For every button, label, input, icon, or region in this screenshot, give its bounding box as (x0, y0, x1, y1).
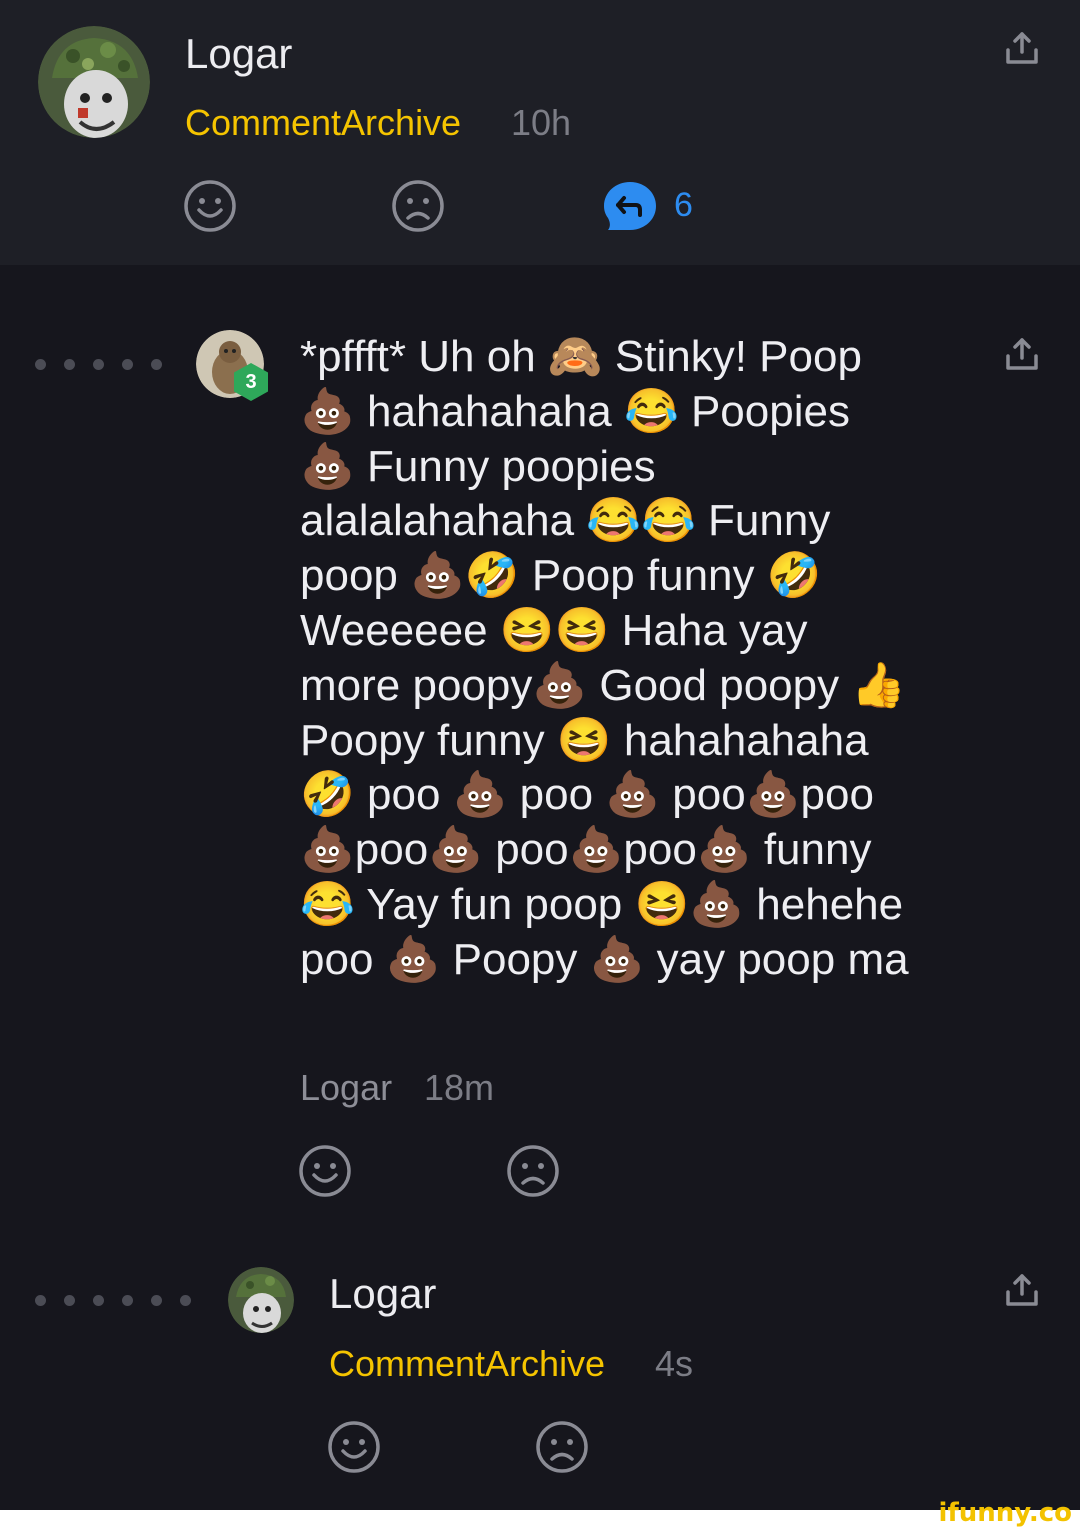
thread-indicator (35, 359, 46, 370)
smile-icon[interactable] (297, 1143, 353, 1199)
thread-indicator (64, 1295, 75, 1306)
share-icon[interactable] (1002, 28, 1042, 68)
watermark: ifunny.co (938, 1498, 1072, 1528)
thread-indicator (64, 359, 75, 370)
reply-author[interactable]: Logar (300, 1070, 392, 1106)
frown-icon[interactable] (390, 178, 446, 234)
thread-indicator (151, 1295, 162, 1306)
post-timestamp: 10h (511, 102, 572, 143)
reply-body: *pffft* Uh oh 🙈 Stinky! Poop 💩 hahahahah… (300, 332, 909, 984)
nested-username[interactable]: Logar (329, 1273, 436, 1315)
thread-indicator (93, 359, 104, 370)
thread-indicator (35, 1295, 46, 1306)
nested-avatar[interactable] (228, 1267, 294, 1333)
share-icon[interactable] (1002, 1270, 1042, 1310)
thread-indicator (93, 1295, 104, 1306)
thread-indicator (122, 1295, 133, 1306)
level-badge: 3 (231, 362, 271, 402)
thread-indicator (122, 359, 133, 370)
post-archive-label[interactable]: CommentArchive (185, 105, 461, 141)
frown-icon[interactable] (534, 1419, 590, 1475)
avatar[interactable] (38, 26, 150, 138)
nested-archive-label[interactable]: CommentArchive (329, 1346, 605, 1382)
thread-indicator (180, 1295, 191, 1306)
smile-icon[interactable] (182, 178, 238, 234)
footer-strip (0, 1510, 1080, 1529)
nested-timestamp: 4s (655, 1343, 694, 1384)
reply-count[interactable]: 6 (674, 188, 693, 222)
post-username[interactable]: Logar (185, 33, 292, 75)
share-icon[interactable] (1002, 334, 1042, 374)
frown-icon[interactable] (505, 1143, 561, 1199)
smile-icon[interactable] (326, 1419, 382, 1475)
reply-bubble-icon[interactable] (602, 178, 658, 234)
thread-indicator (151, 359, 162, 370)
reply-timestamp: 18m (424, 1067, 495, 1108)
original-comment: Logar CommentArchive 10h 6 (0, 0, 1080, 265)
level-number: 3 (245, 371, 257, 393)
